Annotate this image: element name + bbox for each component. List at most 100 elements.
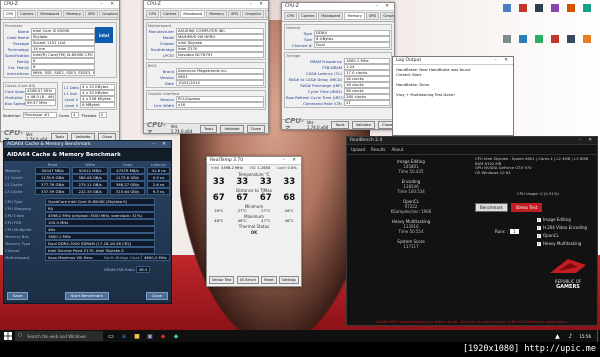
tab-cpu[interactable]: CPU [3, 10, 17, 18]
tab-memory[interactable]: Memory [206, 10, 227, 18]
window-controls[interactable]: – ✕ [495, 57, 511, 65]
realtemp-titlebar[interactable]: RealTemp 3.70 – ✕ [207, 157, 301, 165]
desktop-shortcut-icon[interactable] [580, 33, 594, 45]
sensor-test-button[interactable]: Sensor Test [209, 276, 235, 284]
window-title: CPU-Z [285, 4, 299, 9]
desktop-shortcut-icon[interactable] [516, 33, 530, 45]
tab-memory[interactable]: Memory [344, 12, 365, 20]
taskbar-search-box[interactable]: ○ Search the web and Windows [15, 331, 103, 341]
store-icon[interactable]: ▣ [145, 331, 155, 341]
cpuz-mb-titlebar[interactable]: CPU-Z – ✕ [144, 1, 268, 9]
checkbox[interactable]: ✓ [537, 242, 541, 246]
menu-results[interactable]: Results [371, 147, 385, 152]
tray-volume-icon[interactable]: ♪ [565, 331, 575, 341]
close-button[interactable]: Close [246, 124, 265, 133]
desktop-shortcut-icon[interactable] [532, 33, 546, 45]
table-row: L3 Cache 337.59 GB/s 222.35 GB/s 315.64 GB/… [4, 188, 171, 196]
settings-button[interactable]: Settings [279, 276, 299, 284]
tab-mainboard[interactable]: Mainboard [318, 12, 344, 20]
desktop-shortcut-icon[interactable] [564, 33, 578, 45]
tab-cpu[interactable]: CPU [284, 12, 298, 20]
desktop-shortcut-icon[interactable] [548, 33, 562, 45]
aida-titlebar[interactable]: AIDA64 Cache & Memory Benchmark – ✕ [4, 141, 171, 149]
close-button[interactable]: Close [145, 292, 168, 300]
log-text-area[interactable]: HandBrake: New HandBrake was found Clicke… [393, 65, 513, 99]
tab-memory[interactable]: Memory [63, 10, 84, 18]
tab-cpu[interactable]: CPU [146, 10, 160, 18]
windows-start-icon[interactable] [3, 331, 13, 341]
tray-network-icon[interactable]: ▲ [552, 331, 562, 341]
desktop-shortcut-icon[interactable] [500, 2, 514, 14]
cpu-usage-label: CPU Usage [517, 191, 538, 196]
window-controls[interactable]: – ✕ [101, 1, 117, 9]
edge-icon[interactable]: e [119, 331, 129, 341]
tab-graphics[interactable]: Graphics [242, 10, 265, 18]
tools-button[interactable]: Tools [199, 124, 218, 133]
validate-button[interactable]: Validate [220, 124, 244, 133]
info-cell: 46x [44, 226, 171, 234]
reset-button[interactable]: Reset [261, 276, 277, 284]
window-controls[interactable]: – ✕ [376, 3, 392, 11]
footer-note[interactable]: Disable SMT (hyper-threading) for better… [347, 320, 597, 324]
tab-caches[interactable]: Caches [17, 10, 37, 18]
desktop-shortcut-icon[interactable] [532, 2, 546, 14]
taskbar-clock[interactable]: 15:56 [579, 334, 591, 339]
checkbox-row[interactable]: ✓ Image Editing [537, 216, 587, 224]
tab-spd[interactable]: SPD [227, 10, 242, 18]
desktop-shortcut-icon[interactable] [516, 2, 530, 14]
tab-caches[interactable]: Caches [298, 12, 318, 20]
selection-select[interactable]: Processor #1 [22, 111, 57, 119]
validate-button[interactable]: Validate [351, 120, 375, 129]
cpuz-mem-titlebar[interactable]: CPU-Z – ✕ [282, 3, 394, 11]
menu-upload[interactable]: Upload [351, 147, 365, 152]
benchmark-button[interactable]: Benchmark [475, 203, 508, 212]
start-benchmark-button[interactable]: Start Benchmark [64, 292, 110, 300]
stress-test-button[interactable]: Stress Test [510, 203, 543, 212]
info-value: 100.0 MHz [45, 219, 155, 227]
cell-value: 1175.6 GB/s [109, 174, 146, 182]
window-controls[interactable]: – ✕ [153, 141, 169, 149]
checkbox[interactable]: ✓ [537, 234, 541, 238]
info-value: R0 [45, 205, 155, 213]
log-titlebar[interactable]: Log Output – ✕ [393, 57, 513, 65]
app-icon[interactable]: ◆ [171, 331, 181, 341]
menu-about[interactable]: About [391, 147, 403, 152]
window-controls[interactable]: – ✕ [579, 137, 595, 145]
desktop-shortcut-icon[interactable] [548, 2, 562, 14]
app-icon[interactable]: ◆ [158, 331, 168, 341]
table-row: L2 Cache 377.76 GB/s 275.11 GB/s 366.27 GB/… [4, 181, 171, 189]
desktop-shortcut-icon[interactable] [500, 33, 514, 45]
tab-bench[interactable]: Bench [265, 10, 268, 18]
table-cell: 2.6 ns [146, 181, 171, 189]
cpuz-cpu-titlebar[interactable]: CPU-Z – ✕ [1, 1, 119, 9]
tools-button[interactable]: Tools [331, 120, 349, 129]
checkbox[interactable]: ✓ [537, 218, 541, 222]
checkbox-row[interactable]: ✓ Heavy Multitasking [537, 240, 587, 248]
tab-mainboard[interactable]: Mainboard [180, 10, 206, 18]
realbench-titlebar[interactable]: RealBench 2.4 – ✕ [347, 137, 597, 145]
header-label: Intel [211, 166, 220, 170]
tab-graphics[interactable]: Graphics [380, 12, 394, 20]
desktop-shortcut-icon[interactable] [580, 2, 594, 14]
task-view-icon[interactable]: ▭ [106, 331, 116, 341]
runs-value[interactable]: 1 [510, 229, 519, 234]
header-label: Load [276, 166, 286, 170]
explorer-icon[interactable]: ■ [132, 331, 142, 341]
header-value: 0.0% [287, 166, 297, 170]
desktop-shortcut-icon[interactable] [564, 2, 578, 14]
tab-caches[interactable]: Caches [160, 10, 180, 18]
window-controls[interactable]: – ✕ [250, 1, 266, 9]
tab-mainboard[interactable]: Mainboard [37, 10, 63, 18]
aida64-window: AIDA64 Cache & Memory Benchmark – ✕ AIDA6… [3, 140, 172, 304]
tab-graphics[interactable]: Graphics [99, 10, 119, 18]
checkbox-row[interactable]: ✓ OpenCL [537, 232, 587, 240]
checkbox-row[interactable]: ✓ H.264 Video Encoding [537, 224, 587, 232]
save-button[interactable]: Save [7, 292, 29, 300]
window-controls[interactable]: – ✕ [283, 157, 299, 165]
xs-bench-button[interactable]: XS Bench [236, 276, 259, 284]
tab-spd[interactable]: SPD [84, 10, 99, 18]
checkbox[interactable]: ✓ [537, 226, 541, 230]
mode-buttons: Benchmark Stress Test [475, 203, 543, 212]
tab-spd[interactable]: SPD [365, 12, 380, 20]
info-row: CPU Type QuadCore Intel Core i5-6500K (Sk… [4, 198, 171, 206]
